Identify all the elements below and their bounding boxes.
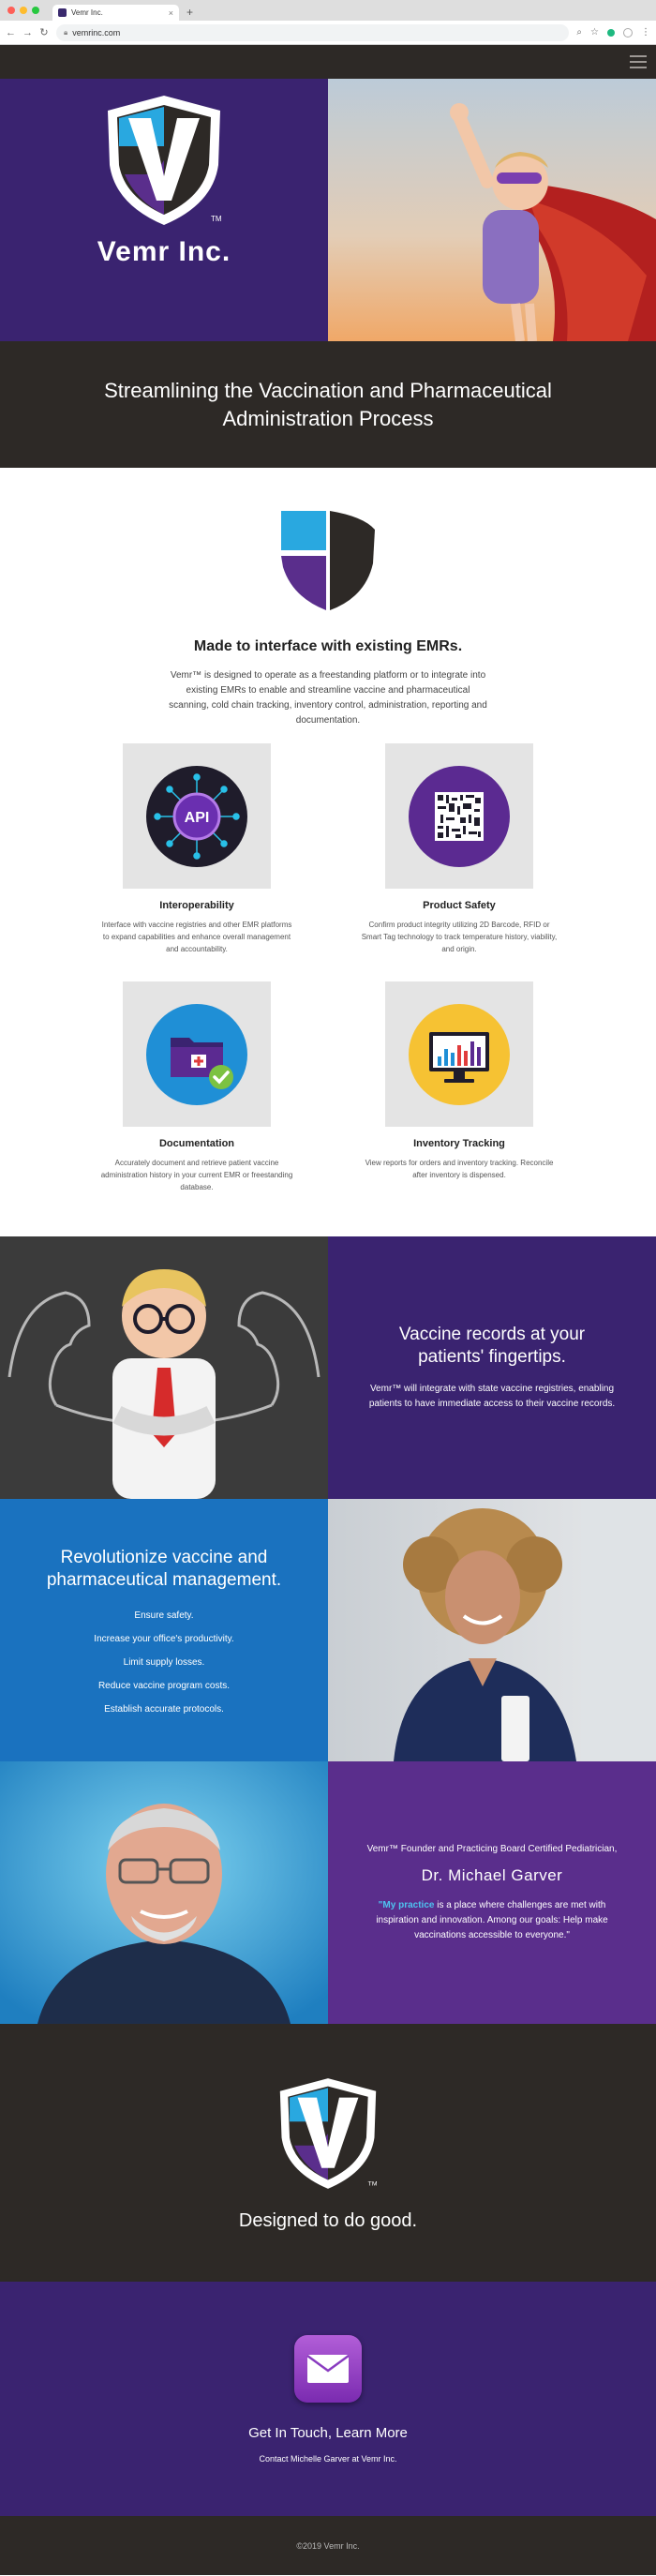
superhero-girl-illustration [328, 79, 656, 341]
profile-icon[interactable] [623, 27, 633, 37]
star-icon[interactable]: ☆ [590, 27, 599, 37]
lock-icon: 🔒︎ [64, 27, 68, 37]
founder-name: Dr. Michael Garver [421, 1866, 563, 1884]
window-controls [7, 7, 39, 14]
browser-toolbar: ← → ↻ 🔒︎ vemrinc.com ⌕ ☆ ⋮ [0, 21, 656, 45]
copyright-text: ©2019 Vemr Inc. [296, 2540, 360, 2551]
founder-quote: "My practice is a place where challenges… [365, 1898, 619, 1943]
tagline-banner: Streamlining the Vaccination and Pharmac… [0, 341, 656, 468]
tab-title: Vemr Inc. [71, 8, 103, 17]
designed-section: TM Designed to do good. [0, 2024, 656, 2282]
vemr-shield-logo: TM [279, 2078, 378, 2189]
feature-image-box [123, 981, 271, 1127]
hero-photo-girl-superhero [328, 79, 656, 341]
favicon-icon [58, 8, 67, 17]
feature-image-box [385, 981, 533, 1127]
founder-panel: Vemr™ Founder and Practicing Board Certi… [328, 1761, 656, 2024]
brand-title: Vemr Inc. [97, 236, 231, 267]
revolutionize-heading: Revolutionize vaccine and pharmaceutical… [46, 1547, 282, 1590]
minimize-window-icon[interactable] [20, 7, 27, 14]
contact-heading: Get In Touch, Learn More [248, 2424, 408, 2441]
photo-founder [0, 1761, 328, 2024]
benefit-item: Establish accurate protocols. [104, 1703, 224, 1715]
feature-grid: API Interoperability Interface with vacc… [66, 743, 590, 1193]
tab-close-icon[interactable]: × [169, 8, 173, 18]
founder-portrait [0, 1761, 328, 2024]
url-text: vemrinc.com [72, 27, 121, 37]
feature-inventory-tracking: Inventory Tracking View reports for orde… [328, 981, 590, 1193]
browser-actions: ⌕ ☆ ⋮ [576, 27, 650, 37]
address-bar[interactable]: 🔒︎ vemrinc.com [56, 23, 570, 41]
benefit-item: Reduce vaccine program costs. [97, 1680, 231, 1691]
records-text: Vemr™ will integrate with state vaccine … [368, 1384, 616, 1409]
browser-tab[interactable]: Vemr Inc. × [52, 5, 179, 21]
monitor-chart-icon [409, 1003, 510, 1105]
search-icon[interactable]: ⌕ [576, 27, 582, 37]
site-header [0, 45, 656, 79]
tagline-heading: Streamlining the Vaccination and Pharmac… [104, 378, 552, 430]
feature-text: Accurately document and retrieve patient… [100, 1159, 293, 1191]
barcode-icon [409, 765, 510, 867]
trademark-mark: TM [211, 215, 222, 223]
browser-tab-strip: Vemr Inc. × + [0, 0, 656, 21]
records-heading: Vaccine records at your patients' finger… [398, 1325, 586, 1367]
feature-text: View reports for orders and inventory tr… [365, 1159, 554, 1179]
browser-menu-icon[interactable]: ⋮ [641, 27, 650, 37]
contact-text[interactable]: Contact Michelle Garver at Vemr Inc. [259, 2454, 396, 2464]
feature-text: Interface with vaccine registries and ot… [101, 921, 292, 953]
forward-icon[interactable]: → [22, 27, 33, 38]
feature-text: Confirm product integrity utilizing 2D B… [361, 921, 558, 953]
reload-icon[interactable]: ↻ [39, 26, 49, 38]
boy-chalkboard-illustration [0, 1236, 328, 1499]
vemr-shield-logo: TM [108, 96, 222, 225]
hero-brand-panel: TM Vemr Inc. [0, 79, 328, 341]
benefit-item: Ensure safety. [134, 1610, 194, 1621]
envelope-icon [306, 2354, 350, 2383]
feature-title: Product Safety [423, 900, 496, 911]
close-window-icon[interactable] [7, 7, 15, 14]
emr-lead-text: Vemr™ is designed to operate as a freest… [169, 670, 487, 726]
trademark-mark: TM [368, 2180, 378, 2187]
site-footer: ©2019 Vemr Inc. [0, 2516, 656, 2575]
extension-icon[interactable] [607, 28, 615, 37]
feature-title: Documentation [158, 1138, 235, 1149]
maximize-window-icon[interactable] [32, 7, 39, 14]
records-panel: Vaccine records at your patients' finger… [328, 1236, 656, 1499]
hamburger-menu-icon[interactable] [630, 55, 647, 68]
contact-section: Get In Touch, Learn More Contact Michell… [0, 2282, 656, 2516]
feature-interoperability: API Interoperability Interface with vacc… [66, 743, 328, 955]
back-icon[interactable]: ← [6, 27, 16, 38]
hero-section: TM Vemr Inc. [0, 79, 656, 341]
photo-boy-chalkboard [0, 1236, 328, 1499]
feature-product-safety: Product Safety Confirm product integrity… [328, 743, 590, 955]
feature-title: Inventory Tracking [413, 1138, 505, 1149]
my-practice-link[interactable]: "My practice [379, 1900, 435, 1910]
api-network-icon: API [146, 765, 247, 867]
benefit-item: Limit supply losses. [123, 1656, 205, 1668]
photo-nurse [328, 1499, 656, 1761]
revolutionize-row: Revolutionize vaccine and pharmaceutical… [0, 1499, 656, 1761]
mail-icon[interactable] [294, 2334, 362, 2403]
founder-row: Vemr™ Founder and Practicing Board Certi… [0, 1761, 656, 2024]
revolutionize-panel: Revolutionize vaccine and pharmaceutical… [0, 1499, 328, 1761]
new-tab-button[interactable]: + [186, 6, 193, 19]
designed-heading: Designed to do good. [238, 2210, 418, 2231]
founder-intro: Vemr™ Founder and Practicing Board Certi… [366, 1844, 618, 1854]
feature-documentation: Documentation Accurately document and re… [66, 981, 328, 1193]
feature-image-box [385, 743, 533, 889]
emr-heading: Made to interface with existing EMRs. [193, 638, 463, 654]
feature-image-box: API [123, 743, 271, 889]
benefit-item: Increase your office's productivity. [94, 1633, 234, 1644]
api-label: API [185, 810, 210, 826]
emr-section: Made to interface with existing EMRs. Ve… [0, 468, 656, 1236]
records-row: Vaccine records at your patients' finger… [0, 1236, 656, 1499]
folder-check-icon [146, 1003, 247, 1105]
nurse-illustration [328, 1499, 656, 1761]
feature-title: Interoperability [159, 900, 234, 911]
shield-emblem-icon [281, 511, 375, 610]
